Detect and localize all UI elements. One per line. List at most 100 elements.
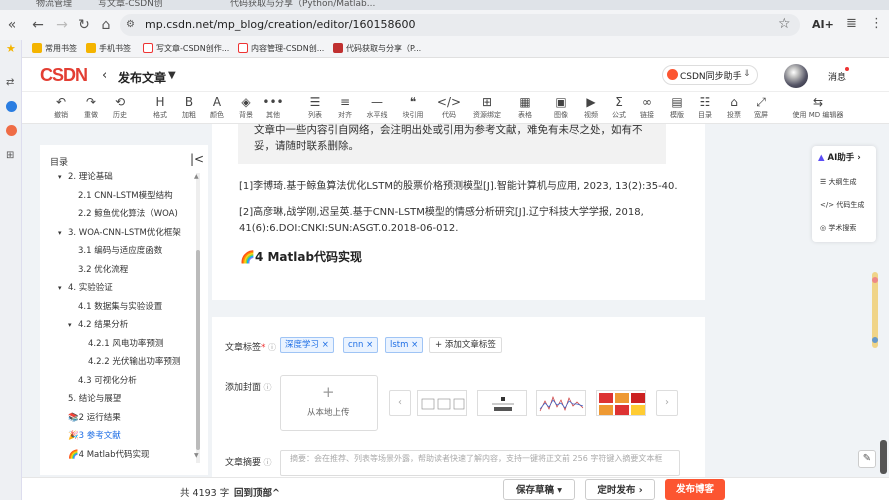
- toolbar-history-button[interactable]: ⟲ 历史: [105, 95, 135, 121]
- expand-toggle-icon[interactable]: ▾: [58, 168, 68, 186]
- cover-prev-button[interactable]: ‹: [389, 390, 411, 416]
- cover-next-button[interactable]: ›: [656, 390, 678, 416]
- favorites-icon[interactable]: ★: [6, 42, 16, 55]
- tag-remove-icon[interactable]: ×: [366, 340, 373, 350]
- feedback-icon[interactable]: ✎: [858, 450, 876, 468]
- add-app-icon[interactable]: ⊞: [6, 150, 14, 161]
- tab-logistics[interactable]: 物流管理: [36, 0, 76, 10]
- transfer-icon[interactable]: ⇄: [6, 77, 14, 88]
- title-dropdown-icon[interactable]: ▼: [168, 70, 176, 81]
- toolbar-code-button[interactable]: </> 代码: [434, 95, 464, 121]
- toolbar-vote-button[interactable]: ⌂ 投票: [719, 95, 749, 121]
- bookmark-code-share[interactable]: 代码获取与分享（P...: [333, 42, 421, 56]
- bookmark-write-article[interactable]: 写文章-CSDN创作...: [143, 42, 229, 56]
- expand-toggle-icon[interactable]: ▾: [58, 279, 68, 297]
- search-app-icon[interactable]: [6, 101, 17, 112]
- toc-item[interactable]: 🌈4 Matlab代码实现: [58, 446, 150, 464]
- bookmark-mobile[interactable]: 手机书签: [86, 42, 131, 56]
- toolbar-md-editor-button[interactable]: ⇆ 使用 MD 编辑器: [782, 95, 854, 121]
- toc-item[interactable]: 3.2 优化流程: [68, 261, 128, 279]
- toc-item[interactable]: 2.2 鲸鱼优化算法（WOA): [68, 205, 178, 223]
- add-tag-button[interactable]: + 添加文章标签: [429, 337, 502, 353]
- toolbar-table-button[interactable]: ▦ 表格: [510, 95, 540, 121]
- menu-icon[interactable]: ⋮: [870, 16, 883, 31]
- toc-scroll-thumb[interactable]: [196, 250, 200, 450]
- back-to-top-link[interactable]: 回到顶部^: [234, 485, 280, 499]
- toolbar-heading-button[interactable]: H 格式: [145, 95, 175, 121]
- toc-item[interactable]: 4.1 数据集与实验设置: [68, 298, 162, 316]
- toolbar-bold-button[interactable]: B 加粗: [174, 95, 204, 121]
- tag-cnn[interactable]: cnn ×: [343, 337, 379, 353]
- tag-deep-learning[interactable]: 深度学习 ×: [280, 337, 334, 353]
- toc-scroll-down-icon[interactable]: ▼: [194, 452, 199, 459]
- cover-thumbnail-3[interactable]: [536, 390, 586, 416]
- bookmark-star-icon[interactable]: ☆: [778, 16, 791, 32]
- ai-outline-item[interactable]: ☰ 大纲生成: [820, 177, 857, 187]
- toolbar-redo-button[interactable]: ↷ 重做: [76, 95, 106, 121]
- sidebar-toggle-icon[interactable]: ≣: [846, 16, 857, 31]
- bookmark-common[interactable]: 常用书签: [32, 42, 77, 56]
- home-icon[interactable]: ⌂: [98, 17, 114, 33]
- toolbar-image-button[interactable]: ▣ 图像: [546, 95, 576, 121]
- toc-item[interactable]: 3.1 编码与适应度函数: [68, 242, 162, 260]
- tag-remove-icon[interactable]: ×: [411, 340, 418, 350]
- toc-item[interactable]: ▾ 2. 理论基础: [58, 168, 113, 186]
- toolbar-font-color-button[interactable]: A 颜色: [202, 95, 232, 121]
- ai-assistant-title[interactable]: ▲ AI助手 ›: [818, 151, 861, 163]
- toc-collapse-icon[interactable]: |<: [190, 152, 204, 166]
- back-icon[interactable]: ←: [30, 17, 46, 33]
- toc-item[interactable]: ▾ 4. 实验验证: [58, 279, 113, 297]
- toc-item[interactable]: 4.2.1 风电功率预测: [78, 335, 163, 353]
- page-scroll-thumb[interactable]: [880, 440, 887, 474]
- toolbar-blockquote-button[interactable]: ❝ 块引用: [398, 95, 428, 121]
- forward-icon[interactable]: →: [54, 17, 70, 33]
- bookmark-content-manage[interactable]: 内容管理-CSDN创...: [238, 42, 324, 56]
- cover-thumbnail-4[interactable]: [596, 390, 646, 416]
- tag-remove-icon[interactable]: ×: [322, 340, 329, 350]
- ai-search-item[interactable]: ◎ 学术搜索: [820, 223, 856, 233]
- ai-plus-button[interactable]: AI+: [812, 18, 834, 31]
- messages-link[interactable]: 消息: [828, 70, 846, 83]
- ai-code-item[interactable]: </> 代码生成: [820, 200, 864, 210]
- reload-icon[interactable]: ↻: [76, 17, 92, 33]
- toolbar-link-button[interactable]: ∞ 链接: [632, 95, 662, 121]
- back-chevron-icon[interactable]: ‹: [102, 68, 107, 83]
- toolbar-undo-button[interactable]: ↶ 撤销: [46, 95, 76, 121]
- toolbar-wide-screen-button[interactable]: ⤢ 宽屏: [746, 95, 776, 121]
- tab-write-article[interactable]: 写文章-CSDN创作中心: [98, 0, 162, 10]
- toolbar-horizontal-rule-button[interactable]: — 水平线: [362, 95, 392, 121]
- avatar[interactable]: [784, 64, 808, 88]
- publish-button[interactable]: 发布博客: [665, 479, 725, 500]
- toolbar-formula-button[interactable]: Σ 公式: [604, 95, 634, 121]
- cover-thumbnail-1[interactable]: [417, 390, 467, 416]
- toc-item[interactable]: ▾ 4.2 结果分析: [68, 316, 128, 334]
- toc-item[interactable]: 🎉3 参考文献: [58, 427, 121, 445]
- toc-item[interactable]: ▾ 3. WOA-CNN-LSTM优化框架: [58, 224, 181, 242]
- tag-lstm[interactable]: lstm ×: [385, 337, 424, 353]
- schedule-publish-button[interactable]: 定时发布 ›: [585, 479, 655, 500]
- toolbar-more-button[interactable]: ••• 其他: [258, 95, 288, 121]
- toc-item[interactable]: 📚2 运行结果: [58, 409, 121, 427]
- toolbar-align-button[interactable]: ≡ 对齐: [330, 95, 360, 121]
- floating-side-widget[interactable]: [868, 270, 882, 350]
- toolbar-list-button[interactable]: ☰ 列表: [300, 95, 330, 121]
- toolbar-video-button[interactable]: ▶ 视频: [576, 95, 606, 121]
- toolbar-resource-bind-button[interactable]: ⊞ 资源绑定: [472, 95, 502, 121]
- toc-scroll-up-icon[interactable]: ▲: [194, 173, 199, 180]
- tab-code-share[interactable]: 代码获取与分享（Python/Matlab...: [230, 0, 380, 10]
- app-icon[interactable]: [6, 125, 17, 136]
- site-settings-icon[interactable]: ⚙: [126, 19, 135, 30]
- collapse-sidebar-icon[interactable]: «: [4, 17, 20, 33]
- toc-item[interactable]: 5. 结论与展望: [58, 390, 121, 408]
- toolbar-toc-button[interactable]: ☷ 目录: [690, 95, 720, 121]
- toolbar-background-color-button[interactable]: ◈ 背景: [231, 95, 261, 121]
- cover-thumbnail-2[interactable]: [477, 390, 527, 416]
- toc-item[interactable]: 4.2.2 光伏输出功率预测: [78, 353, 180, 371]
- toc-item[interactable]: 2.1 CNN-LSTM模型结构: [68, 187, 173, 205]
- save-draft-button[interactable]: 保存草稿 ▾: [503, 479, 575, 500]
- toc-item[interactable]: 4.3 可视化分析: [68, 372, 137, 390]
- csdn-logo[interactable]: CSDN: [40, 65, 88, 86]
- expand-toggle-icon[interactable]: ▾: [68, 316, 78, 334]
- expand-toggle-icon[interactable]: ▾: [58, 224, 68, 242]
- toolbar-template-button[interactable]: ▤ 模版: [662, 95, 692, 121]
